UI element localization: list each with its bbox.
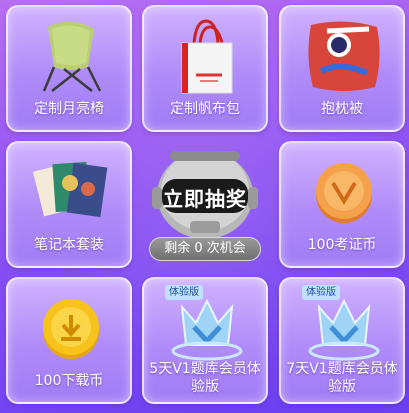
- draw-button[interactable]: 立即抽奖 剩余 0 次机会: [142, 141, 268, 268]
- lottery-board: 定制月亮椅 定制帆布包 抱枕被 笔记本套装 立即抽奖 剩余 0 次机会 100考…: [0, 0, 409, 413]
- notebook-set-icon: [32, 161, 108, 218]
- prize-tile-notebook-set[interactable]: 笔记本套装: [6, 141, 132, 268]
- prize-tile-vip-7day[interactable]: 体验版 7天V1题库会员体验版: [279, 277, 405, 404]
- prize-tile-vip-5day[interactable]: 体验版 5天V1题库会员体验版: [142, 277, 268, 404]
- trial-badge: 体验版: [165, 285, 203, 300]
- moon-chair-icon: [42, 21, 102, 92]
- prize-tile-exam-coin[interactable]: 100考证币: [279, 141, 405, 268]
- prize-tile-pillow[interactable]: 抱枕被: [279, 5, 405, 132]
- prize-label: 5天V1题库会员体验版: [149, 361, 261, 395]
- prize-tile-download-coin[interactable]: 100下载币: [6, 277, 132, 404]
- prize-tile-moon-chair[interactable]: 定制月亮椅: [6, 5, 132, 132]
- pillow-icon: [308, 21, 380, 92]
- prize-label: 笔记本套装: [34, 237, 104, 253]
- vip-crown-icon: [171, 298, 243, 361]
- draw-button-label: 立即抽奖: [163, 187, 247, 211]
- prize-label: 7天V1题库会员体验版: [286, 361, 398, 395]
- prize-tile-canvas-bag[interactable]: 定制帆布包: [142, 5, 268, 132]
- prize-label: 抱枕被: [321, 101, 363, 117]
- vip-crown-icon: [308, 298, 380, 361]
- coin-icon: [316, 163, 372, 223]
- prize-label: 定制帆布包: [170, 101, 240, 117]
- prize-label: 100下载币: [34, 373, 104, 389]
- trial-badge: 体验版: [302, 285, 340, 300]
- download-coin-icon: [43, 299, 99, 359]
- canvas-bag-icon: [181, 19, 233, 94]
- remaining-chances: 剩余 0 次机会: [149, 237, 261, 261]
- prize-label: 100考证币: [307, 237, 377, 253]
- prize-label: 定制月亮椅: [34, 101, 104, 117]
